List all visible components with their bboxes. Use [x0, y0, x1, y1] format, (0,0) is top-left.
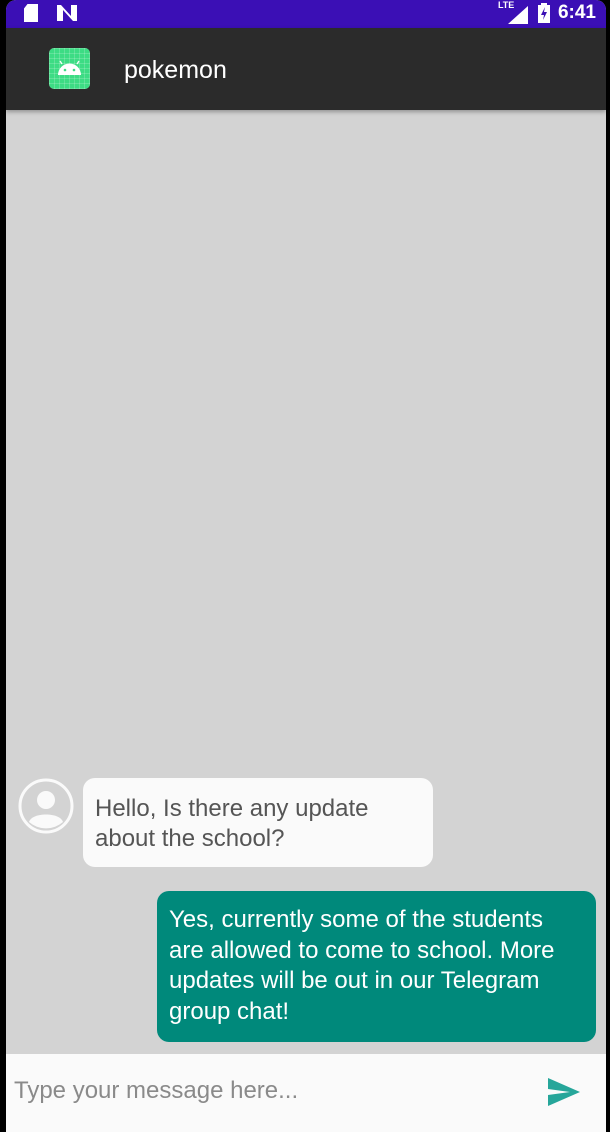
- message-input[interactable]: [6, 1066, 526, 1116]
- sent-message-bubble: Yes, currently some of the students are …: [157, 891, 596, 1042]
- n-notification-icon: [57, 5, 77, 21]
- signal-icon: [507, 6, 528, 24]
- phone-screen: LTE 6:41 pokemon Hello, Is there any upd…: [6, 0, 606, 1132]
- signal-indicator: LTE: [498, 0, 530, 24]
- status-left-icons: [24, 4, 78, 22]
- app-title: pokemon: [124, 56, 227, 84]
- battery-charging-icon: [537, 3, 550, 23]
- send-icon[interactable]: [546, 1076, 582, 1108]
- received-message-bubble: Hello, Is there any update about the sch…: [83, 778, 433, 867]
- person-icon[interactable]: [18, 778, 74, 834]
- received-message-text: Hello, Is there any update about the sch…: [95, 795, 369, 852]
- sd-card-icon: [24, 4, 38, 22]
- status-bar: LTE 6:41: [6, 0, 606, 28]
- message-composer: [6, 1054, 606, 1132]
- sent-message-text: Yes, currently some of the students are …: [169, 906, 555, 1025]
- status-time: 6:41: [557, 2, 596, 23]
- app-bar: pokemon: [6, 28, 606, 110]
- status-right-icons: LTE 6:41: [498, 0, 596, 24]
- android-icon: [49, 48, 90, 89]
